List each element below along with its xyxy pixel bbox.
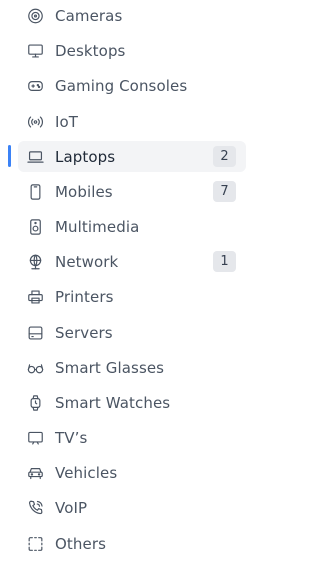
phone-icon <box>26 498 45 517</box>
sidebar-item-label: Others <box>55 534 107 553</box>
sidebar-item-mobiles[interactable]: Mobiles 7 <box>18 176 246 207</box>
speaker-icon <box>26 217 45 236</box>
sidebar-item-gaming-consoles[interactable]: Gaming Consoles <box>18 70 246 101</box>
mobile-icon <box>26 182 45 201</box>
sidebar-item-tvs[interactable]: TV’s <box>18 422 246 453</box>
sidebar-item-smart-watches[interactable]: Smart Watches <box>18 387 246 418</box>
count-badge: 1 <box>213 251 236 272</box>
car-icon <box>26 463 45 482</box>
count-badge: 2 <box>213 146 236 167</box>
sidebar-item-cameras[interactable]: Cameras <box>18 0 246 31</box>
sidebar-item-label: IoT <box>55 112 79 131</box>
sidebar-item-label: Multimedia <box>55 217 140 236</box>
tv-icon <box>26 428 45 447</box>
glasses-icon <box>26 358 45 377</box>
sidebar-item-vehicles[interactable]: Vehicles <box>18 457 246 488</box>
watch-icon <box>26 393 45 412</box>
desktop-icon <box>26 41 45 60</box>
active-indicator <box>8 145 11 167</box>
sidebar-item-network[interactable]: Network 1 <box>18 246 246 277</box>
sidebar-item-label: Gaming Consoles <box>55 76 188 95</box>
sidebar-item-label: Printers <box>55 287 114 306</box>
sidebar-item-label: Laptops <box>55 147 116 166</box>
sidebar-item-label: TV’s <box>55 428 88 447</box>
iot-signal-icon <box>26 112 45 131</box>
sidebar-item-label: Cameras <box>55 6 123 25</box>
laptop-icon <box>26 147 45 166</box>
sidebar-item-label: Servers <box>55 323 113 342</box>
gamepad-icon <box>26 76 45 95</box>
sidebar-item-servers[interactable]: Servers <box>18 317 246 348</box>
sidebar-item-smart-glasses[interactable]: Smart Glasses <box>18 352 246 383</box>
sidebar-item-label: VoIP <box>55 498 88 517</box>
sidebar-item-label: Network <box>55 252 119 271</box>
sidebar-item-desktops[interactable]: Desktops <box>18 35 246 66</box>
sidebar-item-label: Smart Glasses <box>55 358 165 377</box>
sidebar-item-label: Mobiles <box>55 182 113 201</box>
sidebar-item-others[interactable]: Others <box>18 528 246 559</box>
count-badge: 7 <box>213 181 236 202</box>
sidebar-item-printers[interactable]: Printers <box>18 281 246 312</box>
sidebar-item-multimedia[interactable]: Multimedia <box>18 211 246 242</box>
sidebar-item-iot[interactable]: IoT <box>18 106 246 137</box>
sidebar-item-voip[interactable]: VoIP <box>18 492 246 523</box>
sidebar-item-laptops[interactable]: Laptops 2 <box>18 141 246 172</box>
sidebar-item-label: Desktops <box>55 41 126 60</box>
sidebar-item-label: Smart Watches <box>55 393 171 412</box>
printer-icon <box>26 287 45 306</box>
sidebar-item-label: Vehicles <box>55 463 118 482</box>
server-icon <box>26 323 45 342</box>
network-globe-icon <box>26 252 45 271</box>
camera-icon <box>26 6 45 25</box>
others-dashed-icon <box>26 534 45 553</box>
